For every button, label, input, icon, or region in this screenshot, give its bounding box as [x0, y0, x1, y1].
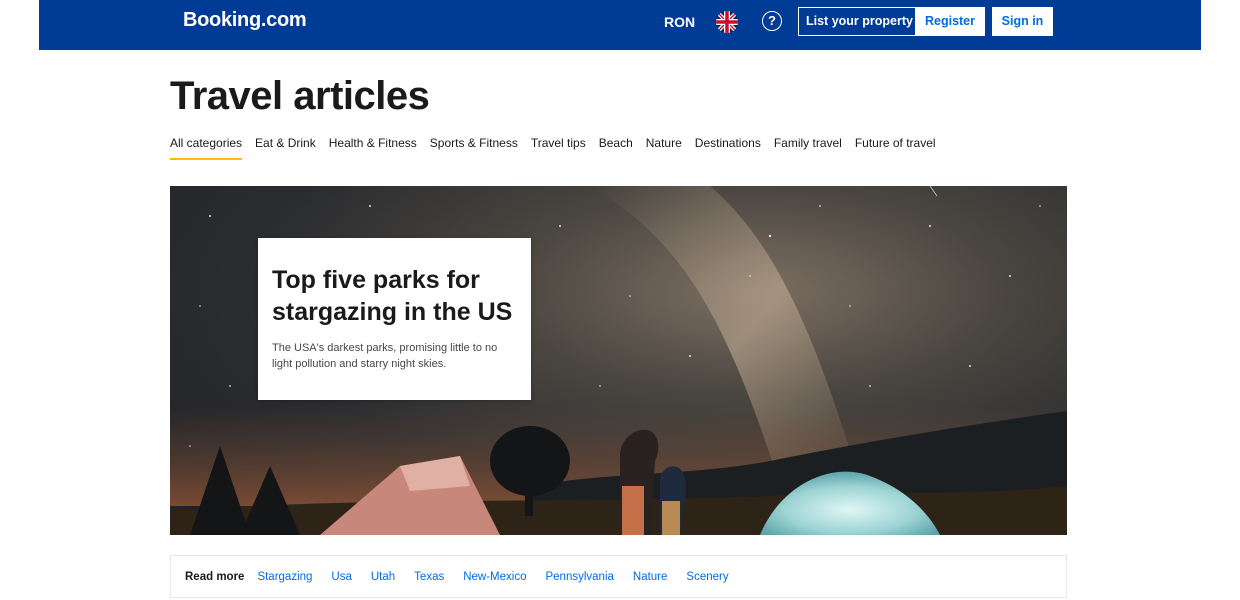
tag-link[interactable]: New-Mexico [463, 571, 526, 583]
sign-in-button[interactable]: Sign in [992, 7, 1053, 36]
tag-link[interactable]: Usa [331, 571, 351, 583]
featured-article-description: The USA's darkest parks, promising littl… [272, 342, 498, 370]
tag-link[interactable]: Utah [371, 571, 395, 583]
tab-sports-fitness[interactable]: Sports & Fitness [430, 136, 518, 160]
category-tabs: All categories Eat & Drink Health & Fitn… [170, 136, 936, 160]
read-more-label: Read more [185, 570, 245, 583]
register-button[interactable]: Register [915, 7, 985, 36]
uk-flag-icon[interactable] [716, 11, 738, 33]
tab-nature[interactable]: Nature [646, 136, 682, 160]
featured-article-title[interactable]: Top five parks for stargazing in the US [272, 264, 517, 328]
tab-destinations[interactable]: Destinations [695, 136, 761, 160]
tab-travel-tips[interactable]: Travel tips [531, 136, 586, 160]
tab-all-categories[interactable]: All categories [170, 136, 243, 160]
hero-banner[interactable]: Top five parks for stargazing in the US … [170, 186, 1067, 535]
tag-link[interactable]: Scenery [686, 571, 728, 583]
page-title: Travel articles [170, 74, 430, 118]
tab-beach[interactable]: Beach [599, 136, 633, 160]
list-property-button[interactable]: List your property [798, 7, 921, 36]
tab-eat-drink[interactable]: Eat & Drink [255, 136, 316, 160]
tab-family-travel[interactable]: Family travel [774, 136, 842, 160]
tag-link[interactable]: Pennsylvania [545, 571, 613, 583]
tag-link[interactable]: Nature [633, 571, 668, 583]
tag-link[interactable]: Stargazing [257, 571, 312, 583]
currency-selector[interactable]: RON [664, 14, 695, 30]
booking-logo[interactable]: Booking.com [183, 9, 307, 32]
tab-future-of-travel[interactable]: Future of travel [855, 136, 936, 160]
tag-link[interactable]: Texas [414, 571, 444, 583]
top-header: Booking.com RON ? List your property Reg… [39, 0, 1201, 50]
help-icon[interactable]: ? [762, 11, 782, 31]
featured-article-card[interactable]: Top five parks for stargazing in the US … [258, 238, 531, 400]
tab-health-fitness[interactable]: Health & Fitness [329, 136, 417, 160]
read-more-bar: Read more Stargazing Usa Utah Texas New-… [170, 555, 1067, 598]
